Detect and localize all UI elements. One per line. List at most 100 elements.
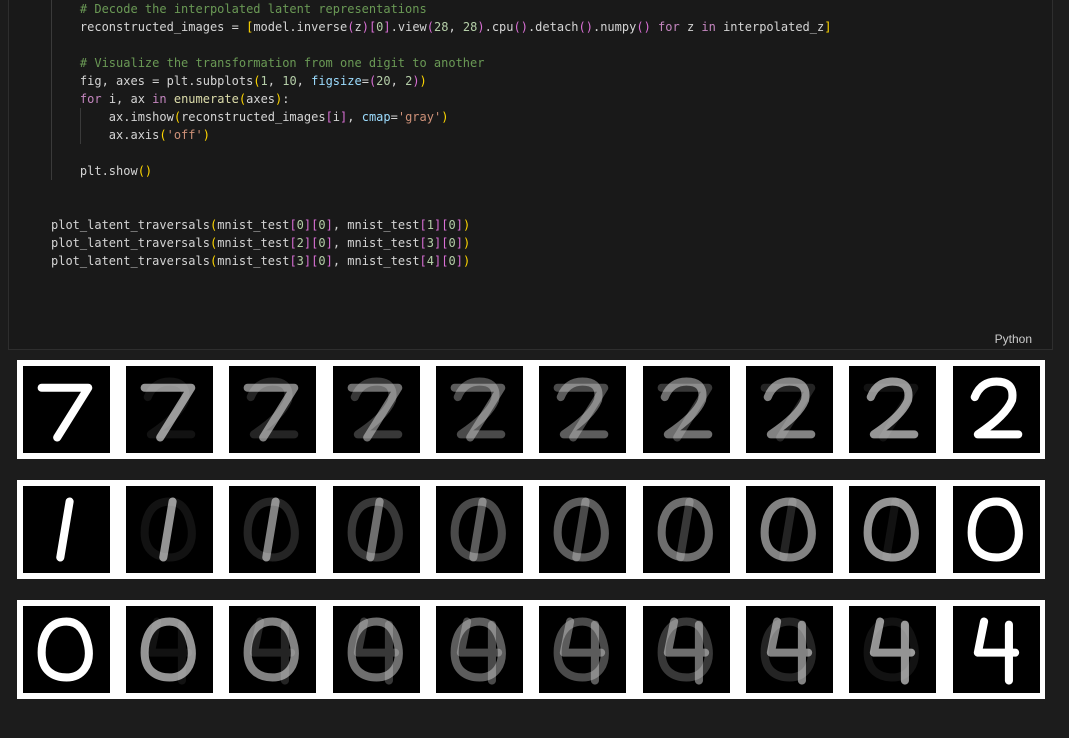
code-token: () [636, 20, 651, 34]
code-token: [ [289, 218, 297, 232]
code-token: ] [325, 236, 333, 250]
code-token: ( [253, 74, 261, 88]
digit-image [23, 606, 110, 693]
digit-image [953, 486, 1040, 573]
code-token: in [701, 20, 716, 34]
code-token: .numpy [592, 20, 637, 34]
code-token: , [448, 20, 463, 34]
digit-image [126, 606, 213, 693]
code-token: ) [441, 110, 449, 124]
language-label[interactable]: Python [995, 332, 1032, 346]
code-token: ( [426, 20, 434, 34]
code-token: () [578, 20, 593, 34]
code-token: ] [383, 20, 391, 34]
code-token: plot_latent_traversals [51, 254, 210, 268]
digit-image [849, 606, 936, 693]
code-editor[interactable]: # Decode the interpolated latent represe… [51, 0, 831, 270]
code-line: ax.imshow(reconstructed_images[i], cmap=… [51, 108, 831, 126]
code-token: interpolated_z [715, 20, 825, 34]
code-token: ] [455, 254, 463, 268]
traversal-figure [17, 360, 1045, 459]
code-token: z [679, 20, 702, 34]
digit-image [746, 366, 833, 453]
digit-image [333, 366, 420, 453]
digit-image [539, 486, 626, 573]
code-token: 0 [296, 218, 304, 232]
code-token: 10 [282, 74, 297, 88]
code-token: 1 [426, 218, 435, 232]
code-token: ) [462, 236, 471, 250]
code-line: # Visualize the transformation from one … [51, 54, 831, 72]
code-token: , [267, 74, 283, 88]
digit-image [333, 606, 420, 693]
digit-image [643, 606, 730, 693]
digit-image [746, 606, 833, 693]
code-line: for i, ax in enumerate(axes): [51, 90, 831, 108]
code-token: plot_latent_traversals [51, 236, 210, 250]
code-token: 0 [318, 218, 326, 232]
digit-image [229, 366, 316, 453]
code-token: 4 [426, 254, 435, 268]
digit-image [436, 366, 523, 453]
code-token: [ [419, 236, 427, 250]
code-token: ] [325, 254, 333, 268]
code-token: ) [462, 254, 471, 268]
code-token: () [137, 164, 153, 178]
code-token: 0 [318, 254, 326, 268]
code-token: ] [455, 218, 463, 232]
digit-image [333, 486, 420, 573]
code-token: .view [390, 20, 427, 34]
code-token: axes [246, 92, 276, 106]
digit-image [643, 486, 730, 573]
code-token: .detach [527, 20, 579, 34]
digit-image [23, 486, 110, 573]
code-token: ) [202, 128, 210, 142]
digit-image [436, 606, 523, 693]
code-token: [ [419, 218, 427, 232]
code-token: () [513, 20, 528, 34]
code-token: 'off' [166, 128, 203, 142]
code-token: , [296, 74, 312, 88]
code-token: 0 [318, 236, 326, 250]
code-token: [ [325, 110, 333, 124]
code-token: , mnist_test [332, 236, 420, 250]
digit-image [849, 486, 936, 573]
digit-image [539, 366, 626, 453]
code-token: 28 [434, 20, 449, 34]
code-token: 28 [462, 20, 478, 34]
digit-image [953, 606, 1040, 693]
code-token: # Decode the interpolated latent represe… [79, 2, 427, 16]
code-token: ) [419, 74, 427, 88]
code-token: plt.show [51, 164, 138, 178]
code-token: [ [419, 254, 427, 268]
digit-image [126, 486, 213, 573]
digit-image [849, 366, 936, 453]
digit-image [229, 486, 316, 573]
code-token: , [347, 110, 362, 124]
code-token: , mnist_test [332, 218, 420, 232]
code-cell[interactable]: # Decode the interpolated latent represe… [8, 0, 1053, 350]
code-token: cmap [361, 110, 391, 124]
code-token: , mnist_test [332, 254, 420, 268]
code-token: mnist_test [217, 218, 290, 232]
code-token: fig, axes = plt.subplots [51, 74, 254, 88]
code-token: for [79, 92, 102, 106]
code-token: 3 [296, 254, 304, 268]
code-token: ) [361, 20, 369, 34]
code-token: i, ax [101, 92, 153, 106]
code-line: reconstructed_images = [model.inverse(z)… [51, 18, 832, 36]
code-token: 1 [260, 74, 268, 88]
code-line: plt.show() [51, 162, 831, 180]
code-token: ) [412, 74, 420, 88]
code-token: for [658, 20, 680, 34]
code-token: figsize [311, 74, 362, 88]
traversal-figure [17, 480, 1045, 579]
code-line: fig, axes = plt.subplots(1, 10, figsize=… [51, 72, 831, 90]
digit-image [436, 486, 523, 573]
